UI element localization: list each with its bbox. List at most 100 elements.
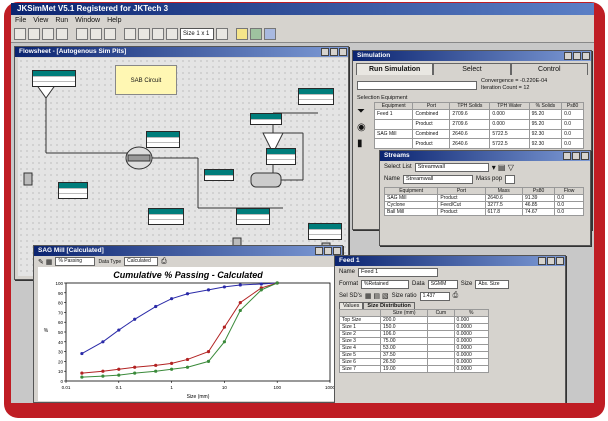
maximize-button[interactable] bbox=[572, 152, 580, 160]
paste-icon[interactable] bbox=[104, 28, 116, 40]
table-cell[interactable]: 0.000 bbox=[489, 118, 530, 130]
table-cell[interactable]: 0.0000 bbox=[453, 358, 490, 366]
row-label[interactable]: Size 2 bbox=[338, 330, 382, 338]
table-row[interactable]: Size 3 75.00 0.0000 bbox=[338, 337, 490, 345]
feeder-icon[interactable]: ⏷ bbox=[357, 106, 371, 117]
table-row[interactable]: Size 6 26.50 0.0000 bbox=[338, 358, 490, 366]
table-cell[interactable] bbox=[427, 330, 455, 338]
table-cell[interactable]: 106.0 bbox=[380, 330, 429, 338]
y-quantity-select[interactable]: % Passing bbox=[55, 257, 96, 266]
table-cell[interactable]: 0.0000 bbox=[453, 323, 490, 331]
size-ratio-input[interactable]: 1.437 bbox=[419, 291, 450, 301]
row-label[interactable] bbox=[373, 118, 414, 130]
table-cell[interactable]: 5722.5 bbox=[489, 128, 530, 140]
mill-data-tag[interactable] bbox=[146, 131, 180, 148]
table-cell[interactable]: 0.0000 bbox=[453, 365, 490, 373]
minimize-button[interactable] bbox=[315, 247, 323, 255]
table-cell[interactable]: 2640.6 bbox=[484, 194, 523, 202]
stream-data-tag[interactable] bbox=[204, 169, 234, 181]
table-cell[interactable]: Product bbox=[412, 138, 451, 149]
filter-icon[interactable]: ▾ ▤ ▽ bbox=[492, 163, 514, 172]
simulate-icon[interactable] bbox=[236, 28, 248, 40]
tab-control[interactable]: Control bbox=[510, 63, 588, 75]
stream-icon[interactable]: ▮ bbox=[357, 138, 371, 149]
stream-data-tag[interactable] bbox=[148, 208, 184, 225]
table-cell[interactable]: 0.0 bbox=[561, 128, 584, 140]
table-cell[interactable]: Feed/Cut bbox=[437, 201, 486, 209]
row-label[interactable]: Top Size bbox=[338, 316, 382, 324]
row-label[interactable]: Feed 1 bbox=[373, 109, 414, 120]
menu-help[interactable]: Help bbox=[107, 15, 121, 26]
column-header[interactable]: Port bbox=[412, 102, 451, 110]
equipment-icon[interactable] bbox=[124, 28, 136, 40]
table-cell[interactable]: 0.0000 bbox=[453, 337, 490, 345]
tab-select[interactable]: Select bbox=[433, 63, 511, 75]
tab-size-distribution[interactable]: Size Distribution bbox=[363, 302, 415, 309]
column-header[interactable]: Equipment bbox=[383, 187, 439, 195]
column-header[interactable]: Port bbox=[437, 187, 486, 195]
column-header[interactable]: % bbox=[453, 309, 490, 317]
table-row[interactable]: Size 4 53.00 0.0000 bbox=[338, 344, 490, 352]
close-button[interactable] bbox=[333, 247, 341, 255]
column-header[interactable]: Size (mm) bbox=[380, 309, 429, 317]
row-label[interactable]: SAG Mill bbox=[373, 128, 414, 140]
table-cell[interactable]: 0.0 bbox=[561, 109, 584, 120]
mill-icon[interactable]: ◉ bbox=[357, 122, 371, 133]
minimize-button[interactable] bbox=[563, 152, 571, 160]
row-label[interactable]: SAG Mill bbox=[383, 194, 439, 202]
stream-data-tag[interactable] bbox=[236, 208, 270, 225]
table-cell[interactable]: 2640.6 bbox=[449, 138, 491, 149]
stream-icon[interactable] bbox=[138, 28, 150, 40]
select-list-input[interactable]: Streamwall bbox=[414, 162, 489, 172]
data-select[interactable]: SGMM bbox=[427, 279, 458, 289]
table-cell[interactable]: 0.000 bbox=[489, 109, 530, 120]
close-button[interactable] bbox=[582, 52, 590, 60]
flowsheet-canvas[interactable]: SAB Circuit bbox=[18, 58, 348, 276]
table-cell[interactable]: 95.20 bbox=[528, 118, 563, 130]
row-label[interactable]: Size 6 bbox=[338, 358, 382, 366]
table-cell[interactable]: 74.67 bbox=[521, 208, 556, 216]
table-row[interactable]: Size 7 19.00 0.0000 bbox=[338, 365, 490, 373]
table-cell[interactable] bbox=[427, 344, 455, 352]
pointer-icon[interactable] bbox=[166, 28, 178, 40]
table-cell[interactable]: Product bbox=[412, 118, 451, 130]
row-label[interactable]: Size 3 bbox=[338, 337, 382, 345]
column-header[interactable]: Equipment bbox=[373, 102, 414, 110]
row-label[interactable]: Size 1 bbox=[338, 323, 382, 331]
table-row[interactable]: Size 1 150.0 0.0000 bbox=[338, 323, 490, 331]
print-icon[interactable] bbox=[56, 28, 68, 40]
row-label[interactable]: Size 4 bbox=[338, 344, 382, 352]
save-icon[interactable] bbox=[42, 28, 54, 40]
print-icon[interactable]: ⎙ bbox=[453, 292, 459, 300]
column-header[interactable]: Cum bbox=[427, 309, 455, 317]
table-row[interactable]: Top Size 200.0 0.000 bbox=[338, 316, 490, 324]
open-icon[interactable] bbox=[28, 28, 40, 40]
menu-run[interactable]: Run bbox=[55, 15, 68, 26]
print-icon[interactable]: ⎙ bbox=[161, 258, 167, 266]
copy-icon[interactable] bbox=[90, 28, 102, 40]
menu-file[interactable]: File bbox=[15, 15, 26, 26]
table-cell[interactable]: 53.00 bbox=[380, 344, 429, 352]
table-cell[interactable]: 46.85 bbox=[521, 201, 556, 209]
table-cell[interactable]: 26.50 bbox=[380, 358, 429, 366]
mass-checkbox[interactable] bbox=[505, 174, 516, 184]
new-icon[interactable] bbox=[14, 28, 26, 40]
maximize-button[interactable] bbox=[324, 247, 332, 255]
maximize-button[interactable] bbox=[573, 52, 581, 60]
feed-name-input[interactable]: Feed 1 bbox=[358, 267, 439, 277]
close-button[interactable] bbox=[556, 257, 564, 265]
table-cell[interactable]: 0.0 bbox=[554, 201, 584, 209]
column-header[interactable]: TPH Solids bbox=[449, 102, 491, 110]
size-select[interactable]: Abs. Size bbox=[475, 279, 510, 289]
table-cell[interactable] bbox=[427, 351, 455, 359]
column-header[interactable]: % Solids bbox=[528, 102, 563, 110]
table-row[interactable]: Feed 1 Combined 2709.6 0.000 95.20 0.0 bbox=[373, 109, 584, 120]
table-cell[interactable]: 95.20 bbox=[528, 109, 563, 120]
column-header[interactable]: Ps80 bbox=[561, 102, 584, 110]
table-cell[interactable] bbox=[427, 337, 455, 345]
row-label[interactable]: Ball Mill bbox=[383, 208, 439, 216]
run-select[interactable] bbox=[357, 80, 477, 90]
table-cell[interactable]: 75.00 bbox=[380, 337, 429, 345]
name-input[interactable]: Streamwall bbox=[403, 174, 474, 184]
table-row[interactable]: Size 5 37.50 0.0000 bbox=[338, 351, 490, 359]
